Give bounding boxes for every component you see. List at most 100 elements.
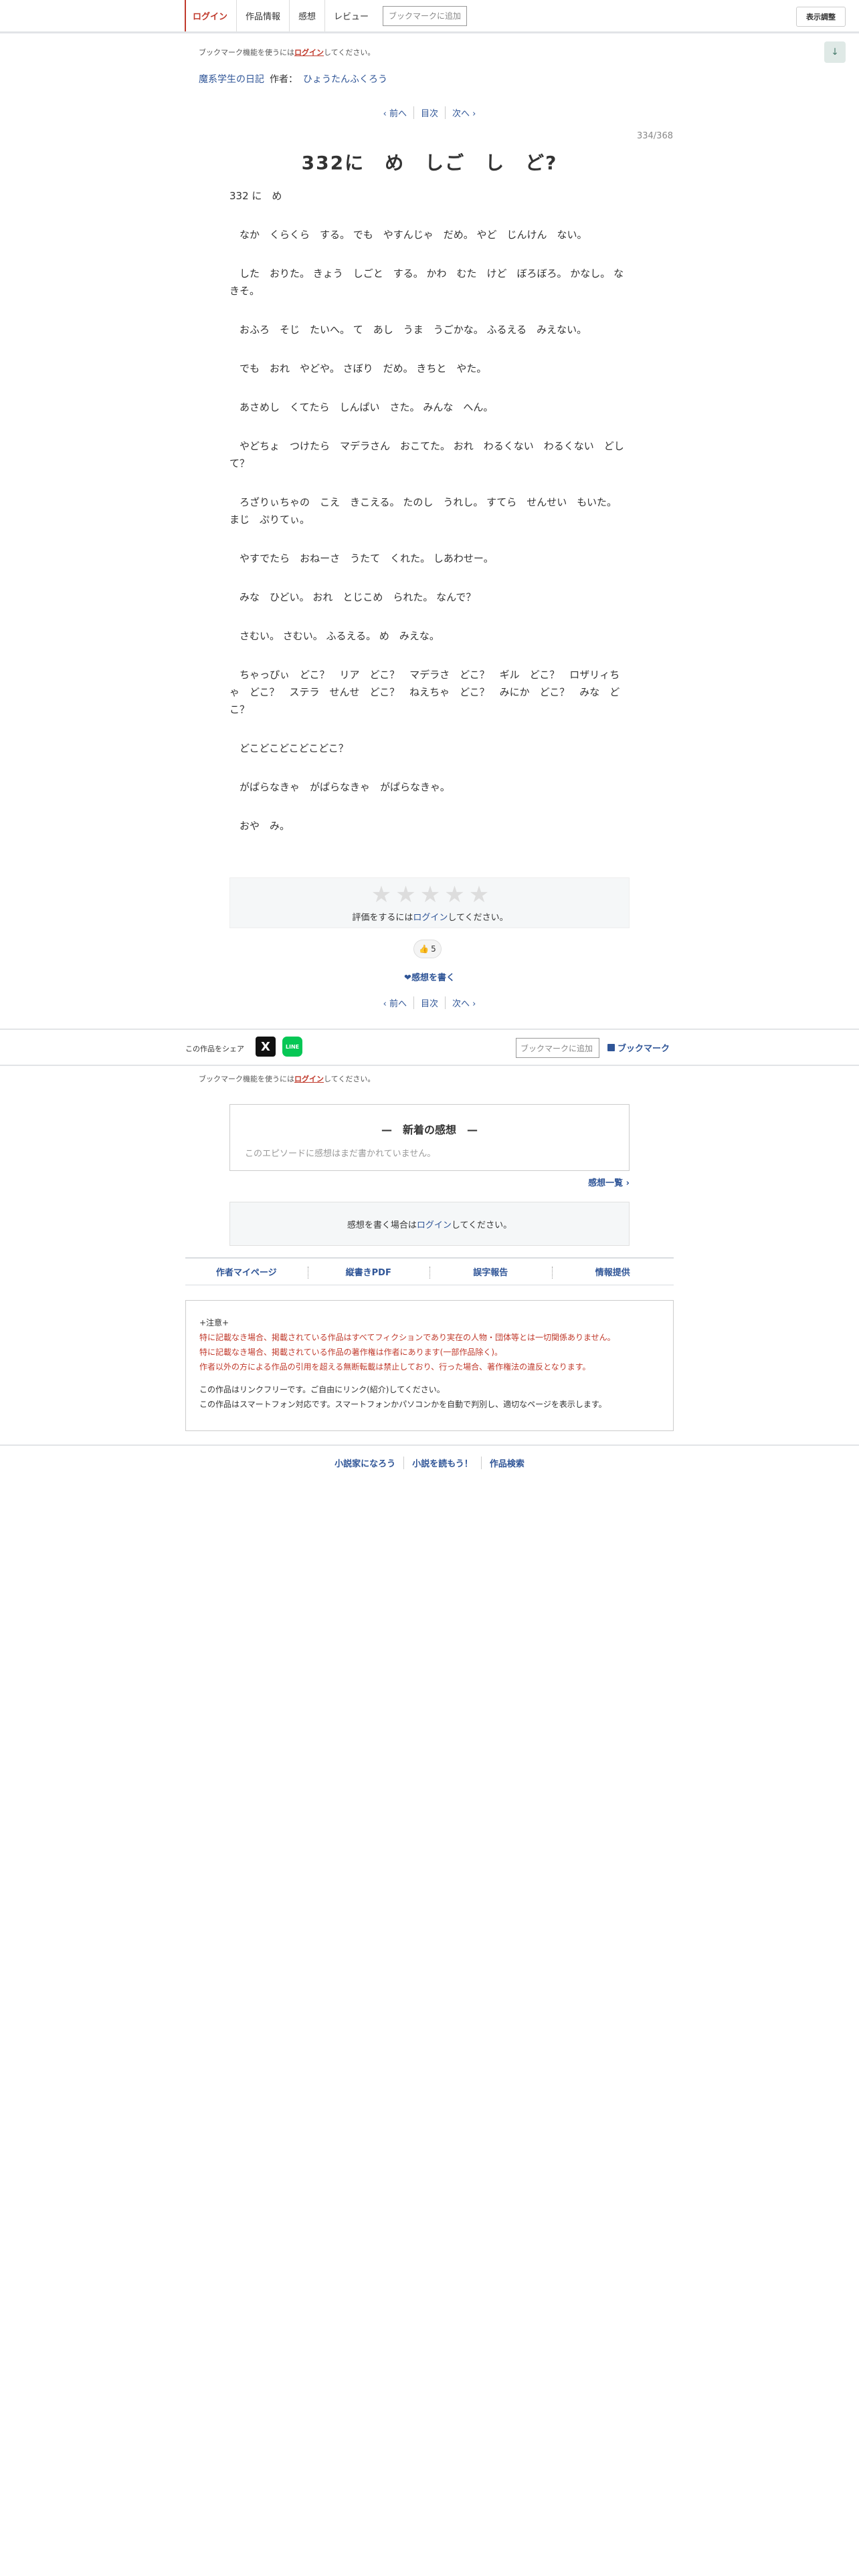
body-paragraph (229, 567, 624, 588)
body-paragraph (229, 377, 624, 399)
body-paragraph: やすでたら おねーさ うたて くれた。 しあわせー。 (229, 552, 494, 564)
impressions-link[interactable]: 感想 (290, 0, 326, 31)
work-info-link[interactable]: 作品情報 (237, 0, 290, 31)
body-paragraph: でも おれ やどや。 さぼり だめ。 きちと やた。 (229, 362, 487, 374)
line-share-icon[interactable]: LINE (282, 1037, 302, 1057)
like-button[interactable]: 👍 5 (413, 940, 442, 958)
bookmark-login-note-bottom: ブックマーク機能を使うにはログインしてください。 (199, 1075, 375, 1083)
author-label: 作者： (270, 74, 298, 85)
rating-login-note: 評価をするにはログインしてください。 (352, 913, 508, 923)
footer-links: 小説家になろう 小説を読もう！ 作品検索 (0, 1444, 859, 1479)
body-paragraph: やどちょ つけたら マデラさん おこてた。 おれ わるくない わるくない どして… (229, 440, 624, 469)
impression-login-box: 感想を書く場合は ログイン してください。 (229, 1202, 630, 1246)
body-paragraph: さむい。 さむい。 ふるえる。 め みえな。 (229, 630, 440, 642)
body-paragraph (229, 338, 624, 360)
notice-red-line: 特に記載なき場合、掲載されている作品の著作権は作者にあります(一部作品除く)。 (199, 1348, 503, 1357)
thumbs-up-icon: 👍 (419, 944, 430, 954)
body-paragraph (229, 472, 624, 494)
notice-red-line: 作者以外の方による作品の引用を超える無断転載は禁止しており、行った場合、著作権法… (199, 1362, 591, 1372)
rating-star-icon[interactable]: ★ (371, 882, 391, 907)
login-link[interactable]: ログイン (185, 0, 237, 31)
body-paragraph: した おりた。 きょう しごと する。 かわ むた けど ぼろぼろ。 かなし。 … (229, 267, 624, 297)
pager-bottom: ‹ 前へ 目次 次へ › (0, 996, 859, 1009)
rating-star-icon[interactable]: ★ (444, 882, 464, 907)
bookmark-add-input[interactable]: ブックマークに追加 (516, 1038, 599, 1058)
info-provide-link[interactable]: 情報提供 (551, 1259, 674, 1285)
share-label: この作品をシェア (185, 1045, 244, 1053)
review-link[interactable]: レビュー (325, 0, 377, 31)
body-paragraph (229, 796, 624, 817)
new-impressions-title: — 新着の感想 — (381, 1123, 478, 1136)
x-share-icon[interactable]: X (256, 1037, 276, 1057)
like-count: 5 (431, 944, 436, 954)
author-mypage-link[interactable]: 作者マイページ (185, 1259, 308, 1285)
footer-narou-link[interactable]: 小説家になろう (326, 1456, 405, 1469)
body-paragraph (229, 645, 624, 666)
series-info: 魔系学生の日記 作者： ひょうたんふくろう (199, 72, 387, 86)
body-paragraph: あさめし くてたら しんぱい さた。 みんな へん。 (229, 401, 494, 413)
pager-top: ‹ 前へ 目次 次へ › (0, 106, 859, 119)
typo-report-link[interactable]: 誤字報告 (430, 1259, 552, 1285)
prev-link[interactable]: ‹ 前へ (377, 106, 414, 119)
bookmark-login-link[interactable]: ログイン (294, 48, 324, 57)
body-paragraph: どこどこどこどこどこ？ (229, 742, 349, 754)
body-paragraph (229, 243, 624, 265)
next-link-bottom[interactable]: 次へ › (446, 996, 482, 1009)
notice-spacer (199, 1374, 660, 1382)
rating-login-link[interactable]: ログイン (413, 913, 448, 923)
next-link[interactable]: 次へ › (446, 106, 482, 119)
body-paragraph: ろざりぃちゃの こえ きこえる。 たのし うれし。 すてら せんせい もいた。 … (229, 496, 617, 526)
notice-line: この作品はリンクフリーです。ご自由にリンク(紹介)してください。 (199, 1385, 445, 1394)
no-impressions-text: このエピソードに感想はまだ書かれていません。 (245, 1149, 436, 1159)
body-paragraph: 332 に め (229, 190, 282, 202)
footer-yomou-link[interactable]: 小説を読もう！ (404, 1456, 482, 1469)
body-paragraph: おふろ そじ たいへ。 て あし うま うごかな。 ふるえる みえない。 (229, 324, 587, 336)
body-paragraph: みな ひどい。 おれ とじこめ られた。 なんで？ (229, 591, 476, 603)
top-navigation-bar: ログイン 作品情報 感想 レビュー ブックマークに追加 表示調整 (0, 0, 859, 33)
notice-line: この作品はスマートフォン対応です。スマートフォンかパソコンかを自動で判別し、適切… (199, 1400, 607, 1409)
bookmark-button[interactable]: ブックマーク (607, 1041, 670, 1054)
series-title-link[interactable]: 魔系学生の日記 (199, 72, 264, 86)
rating-star-icon[interactable]: ★ (395, 882, 415, 907)
episode-body: 332 に め なか くらくら する。 でも やすんじゃ だめ。 やど じんけん… (229, 187, 624, 835)
body-paragraph: なか くらくら する。 でも やすんじゃ だめ。 やど じんけん ない。 (229, 229, 587, 241)
new-impressions-box: — 新着の感想 — このエピソードに感想はまだ書かれていません。 (229, 1104, 630, 1171)
body-paragraph (229, 205, 624, 226)
bookmark-login-note: ブックマーク機能を使うにはログインしてください。 (199, 48, 375, 57)
share-bar: この作品をシェア X LINE ブックマークに追加 ブックマーク (0, 1029, 859, 1066)
body-paragraph (229, 718, 624, 740)
body-paragraph (229, 300, 624, 321)
index-link[interactable]: 目次 (414, 106, 446, 119)
prev-link-bottom[interactable]: ‹ 前へ (377, 996, 414, 1009)
body-paragraph (229, 416, 624, 437)
write-impression-link[interactable]: ❤感想を書く (0, 970, 859, 983)
episode-title: 332に め しご し ど? (301, 152, 558, 174)
body-paragraph: おや み。 (229, 820, 290, 832)
bookmark-login-link-bottom[interactable]: ログイン (294, 1075, 324, 1083)
episode-count: 334/368 (636, 131, 673, 141)
body-paragraph: がぱらなきゃ がぱらなきゃ がぱらなきゃ。 (229, 781, 450, 793)
body-paragraph: ちゃっぴぃ どこ？ リア どこ？ マデラさ どこ？ ギル どこ？ ロザリィちゃ … (229, 669, 620, 716)
impression-login-link[interactable]: ログイン (417, 1218, 452, 1230)
body-paragraph (229, 757, 624, 778)
rating-stars: ★ ★ ★ ★ ★ (230, 882, 630, 907)
bookmark-add-button-top[interactable]: ブックマークに追加 (383, 5, 468, 26)
vertical-pdf-link[interactable]: 縦書きPDF (307, 1259, 430, 1285)
notice-heading: +注意+ (199, 1318, 229, 1327)
footer-search-link[interactable]: 作品検索 (482, 1457, 533, 1469)
display-settings-button[interactable]: 表示調整 (796, 7, 846, 27)
body-paragraph (229, 606, 624, 627)
body-paragraph (229, 528, 624, 550)
top-nav-group: ログイン 作品情報 感想 レビュー ブックマークに追加 (185, 0, 468, 31)
scroll-down-icon[interactable]: ↓ (824, 41, 846, 63)
notice-box: +注意+ 特に記載なき場合、掲載されている作品はすべてフィクションであり実在の人… (185, 1300, 674, 1431)
bottom-links: 作者マイページ 縦書きPDF 誤字報告 情報提供 (185, 1257, 674, 1285)
rating-star-icon[interactable]: ★ (420, 882, 440, 907)
index-link-bottom[interactable]: 目次 (414, 996, 446, 1009)
author-link[interactable]: ひょうたんふくろう (303, 72, 387, 86)
rating-box: ★ ★ ★ ★ ★ 評価をするにはログインしてください。 (229, 877, 630, 928)
bookmark-icon (607, 1044, 615, 1051)
rating-star-icon[interactable]: ★ (469, 882, 489, 907)
impressions-list-link[interactable]: 感想一覧 › (588, 1176, 630, 1188)
notice-red-line: 特に記載なき場合、掲載されている作品はすべてフィクションであり実在の人物・団体等… (199, 1333, 615, 1342)
